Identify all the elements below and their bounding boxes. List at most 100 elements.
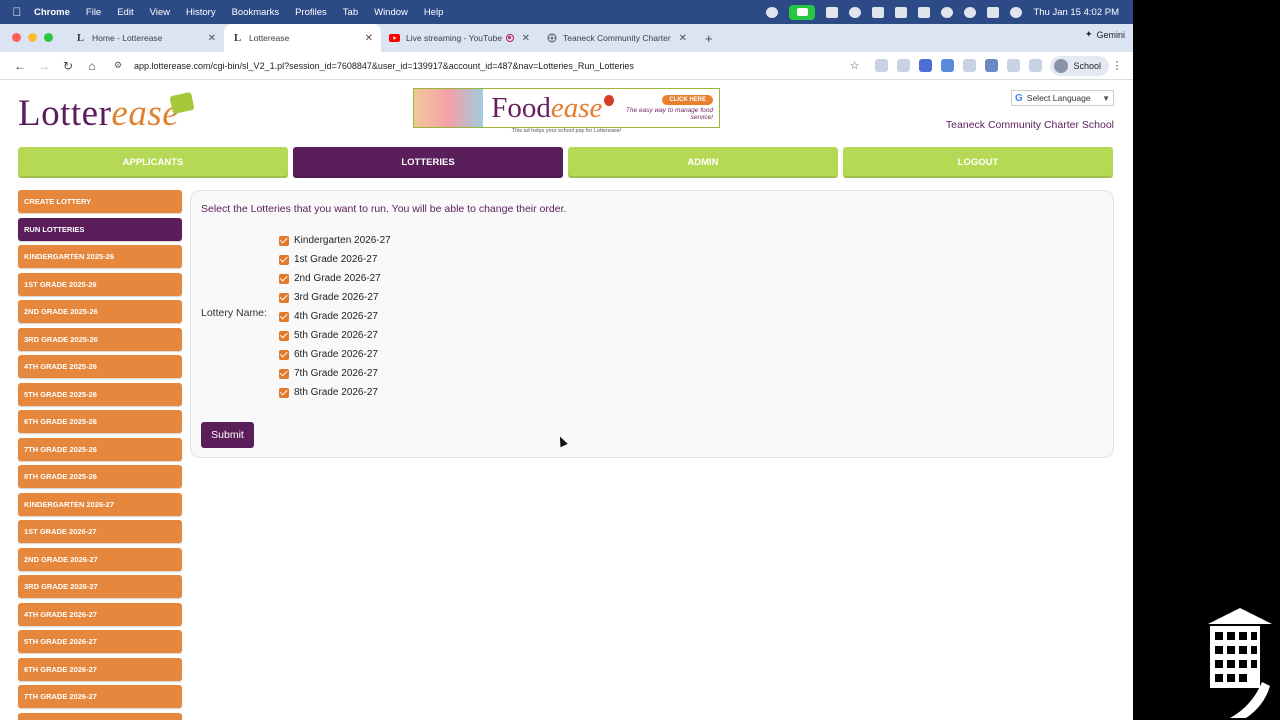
checkbox-checked[interactable]	[279, 292, 289, 303]
new-tab-icon[interactable]: +	[695, 31, 723, 52]
close-window-icon[interactable]	[12, 33, 21, 42]
nav-applicants[interactable]: APPLICANTS	[18, 147, 288, 178]
checkbox-checked[interactable]	[279, 387, 289, 398]
minimize-window-icon[interactable]	[28, 33, 37, 42]
checkbox-checked[interactable]	[279, 235, 289, 246]
sidebar-item-k-2025[interactable]: KINDERGARTEN 2025-26	[18, 245, 182, 268]
checkbox-checked[interactable]	[279, 273, 289, 284]
sidebar-item-1st-2026[interactable]: 1ST GRADE 2026-27	[18, 520, 182, 543]
bookmark-star-icon[interactable]: ☆	[850, 59, 860, 72]
sidebar-item-create-lottery[interactable]: CREATE LOTTERY	[18, 190, 182, 213]
foodease-ad-banner[interactable]: Foodease CLICK HERE The easy way to mana…	[413, 88, 720, 128]
lottery-option[interactable]: 4th Grade 2026-27	[279, 307, 391, 326]
menu-file[interactable]: File	[86, 7, 101, 18]
menu-edit[interactable]: Edit	[117, 7, 133, 18]
extension-zoom-icon[interactable]	[919, 59, 933, 72]
tab-teaneck[interactable]: Teaneck Community Charter ✕	[538, 24, 695, 52]
menu-help[interactable]: Help	[424, 7, 444, 18]
checkbox-checked[interactable]	[279, 368, 289, 379]
extension-4-icon[interactable]	[963, 59, 977, 72]
menu-view[interactable]: View	[150, 7, 170, 18]
menu-history[interactable]: History	[186, 7, 216, 18]
checkbox-checked[interactable]	[279, 311, 289, 322]
checkbox-checked[interactable]	[279, 330, 289, 341]
lottery-option[interactable]: 6th Grade 2026-27	[279, 345, 391, 364]
extension-1-icon[interactable]	[875, 59, 889, 72]
camera-active-icon[interactable]	[789, 4, 816, 20]
zoom-window-icon[interactable]	[44, 33, 53, 42]
sidebar-item-7th-2025[interactable]: 7TH GRADE 2025-26	[18, 437, 182, 461]
tab-home-lotterease[interactable]: L Home - Lotterease ✕	[67, 24, 224, 52]
sidebar-item-4th-2025[interactable]: 4TH GRADE 2025-26	[18, 355, 182, 378]
battery-icon[interactable]	[918, 6, 931, 18]
nav-admin[interactable]: ADMIN	[568, 147, 838, 178]
site-info-icon[interactable]: ⚙	[114, 60, 128, 71]
menu-tab[interactable]: Tab	[343, 7, 358, 18]
more-menu-icon[interactable]: ⋮	[1109, 59, 1125, 72]
close-tab-icon[interactable]: ✕	[522, 33, 530, 44]
ad-click-here-button[interactable]: CLICK HERE	[662, 94, 713, 105]
back-arrow-icon[interactable]: ←	[8, 59, 32, 73]
extension-3-icon[interactable]	[941, 59, 955, 72]
lottery-option[interactable]: 3rd Grade 2026-27	[279, 288, 391, 307]
sidebar-item-cutoff[interactable]	[18, 712, 182, 720]
lotterease-logo[interactable]: Lotterease	[18, 91, 195, 135]
menu-bookmarks[interactable]: Bookmarks	[232, 7, 280, 18]
extension-5-icon[interactable]	[985, 59, 999, 72]
sidebar-item-5th-2026[interactable]: 5TH GRADE 2026-27	[18, 630, 182, 653]
lottery-option[interactable]: 8th Grade 2026-27	[279, 383, 391, 402]
sidebar-item-2nd-2026[interactable]: 2ND GRADE 2026-27	[18, 547, 182, 571]
sidebar-item-run-lotteries[interactable]: RUN LOTTERIES	[18, 217, 182, 241]
lottery-option[interactable]: Kindergarten 2026-27	[279, 231, 391, 250]
sidebar-item-1st-2025[interactable]: 1ST GRADE 2025-26	[18, 272, 182, 296]
gemini-button[interactable]: ✦ Gemini	[1085, 29, 1125, 40]
sidebar-item-6th-2025[interactable]: 6TH GRADE 2025-26	[18, 410, 182, 433]
nav-lotteries[interactable]: LOTTERIES	[293, 147, 563, 178]
tab-youtube[interactable]: Live streaming - YouTube ✕	[381, 24, 538, 52]
extension-2-icon[interactable]	[897, 59, 911, 72]
control-center-icon[interactable]	[987, 6, 1000, 18]
spotlight-search-icon[interactable]	[964, 6, 977, 18]
sparkle-icon[interactable]	[849, 6, 862, 18]
lottery-option[interactable]: 1st Grade 2026-27	[279, 250, 391, 269]
sidebar-item-3rd-2025[interactable]: 3RD GRADE 2025-26	[18, 327, 182, 351]
close-tab-icon[interactable]: ✕	[679, 33, 687, 44]
submit-button[interactable]: Submit	[201, 422, 254, 448]
siri-icon[interactable]	[1010, 6, 1023, 18]
menu-window[interactable]: Window	[374, 7, 408, 18]
sidebar-item-3rd-2026[interactable]: 3RD GRADE 2026-27	[18, 575, 182, 598]
menu-app-name[interactable]: Chrome	[34, 7, 70, 18]
checkbox-checked[interactable]	[279, 349, 289, 360]
extensions-puzzle-icon[interactable]	[1007, 59, 1021, 72]
close-tab-icon[interactable]: ✕	[365, 33, 373, 44]
nav-logout[interactable]: LOGOUT	[843, 147, 1113, 178]
profile-button[interactable]: School	[1050, 55, 1109, 76]
apple-icon[interactable]: 	[0, 5, 34, 19]
lottery-option[interactable]: 2nd Grade 2026-27	[279, 269, 391, 288]
checkbox-checked[interactable]	[279, 254, 289, 265]
screen-sharing-icon[interactable]	[766, 6, 779, 18]
sidebar-item-4th-2026[interactable]: 4TH GRADE 2026-27	[18, 602, 182, 626]
home-icon[interactable]: ⌂	[80, 59, 104, 73]
reload-icon[interactable]: ↻	[56, 59, 80, 73]
sidebar-item-6th-2026[interactable]: 6TH GRADE 2026-27	[18, 657, 182, 681]
tab-lotterease[interactable]: L Lotterease ✕	[224, 24, 381, 52]
address-bar[interactable]: ⚙ app.lotterease.com/cgi-bin/sl_V2_1.pl?…	[108, 54, 866, 77]
sidebar-item-5th-2025[interactable]: 5TH GRADE 2025-26	[18, 382, 182, 406]
menubar-clock[interactable]: Thu Jan 15 4:02 PM	[1033, 7, 1119, 18]
lottery-option[interactable]: 5th Grade 2026-27	[279, 326, 391, 345]
close-tab-icon[interactable]: ✕	[208, 33, 216, 44]
lock-icon[interactable]	[872, 6, 885, 18]
wifi-icon[interactable]	[941, 6, 954, 18]
language-select[interactable]: G Select Language ▼	[1011, 90, 1114, 106]
menu-profiles[interactable]: Profiles	[295, 7, 327, 18]
sidebar-item-k-2026[interactable]: KINDERGARTEN 2026-27	[18, 492, 182, 516]
side-panel-icon[interactable]	[1029, 59, 1043, 72]
lottery-option[interactable]: 7th Grade 2026-27	[279, 364, 391, 383]
sidebar-item-8th-2025[interactable]: 8TH GRADE 2025-26	[18, 465, 182, 488]
address-url[interactable]: app.lotterease.com/cgi-bin/sl_V2_1.pl?se…	[134, 61, 634, 71]
sidebar-item-7th-2026[interactable]: 7TH GRADE 2026-27	[18, 685, 182, 708]
forward-arrow-icon[interactable]: →	[32, 59, 56, 73]
sidebar-item-2nd-2025[interactable]: 2ND GRADE 2025-26	[18, 300, 182, 323]
zoom-icon[interactable]	[826, 6, 839, 18]
